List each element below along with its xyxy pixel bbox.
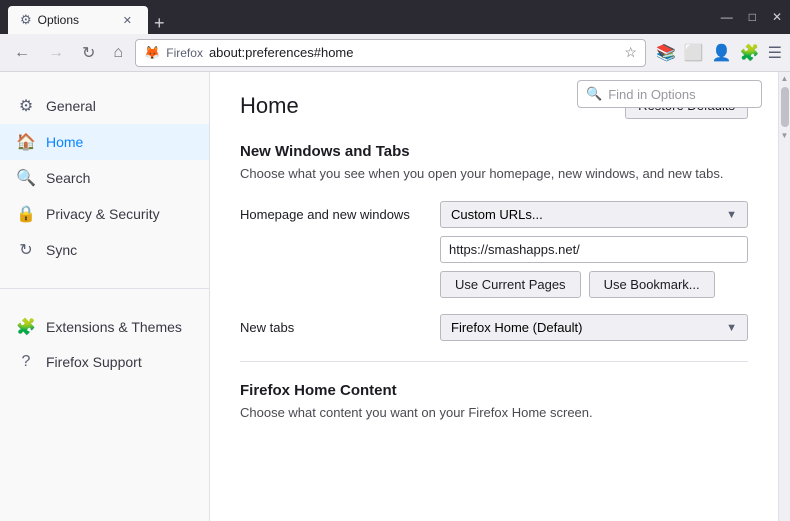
new-tab-button[interactable]: + xyxy=(148,13,171,34)
use-bookmark-button[interactable]: Use Bookmark... xyxy=(589,271,715,298)
section-new-windows-desc: Choose what you see when you open your h… xyxy=(240,166,748,181)
lock-icon: 🔒 xyxy=(16,204,36,224)
scroll-thumb[interactable] xyxy=(781,87,789,127)
url-text: about:preferences#home xyxy=(209,45,354,60)
sidebar-label-general: General xyxy=(46,98,96,114)
main-layout: ⚙ General 🏠 Home 🔍 Search 🔒 Privacy & Se… xyxy=(0,72,790,521)
sidebar-item-search[interactable]: 🔍 Search xyxy=(0,160,209,196)
sidebar-item-extensions[interactable]: 🧩 Extensions & Themes xyxy=(0,309,209,345)
home-button[interactable]: ⌂ xyxy=(107,40,129,66)
homepage-url-input[interactable] xyxy=(440,236,748,263)
new-tabs-dropdown[interactable]: Firefox Home (Default) ▼ xyxy=(440,314,748,341)
maximize-button[interactable]: □ xyxy=(749,10,756,24)
addons-icon[interactable]: 🧩 xyxy=(740,43,760,63)
homepage-dropdown-value: Custom URLs... xyxy=(451,207,543,222)
sidebar-label-privacy: Privacy & Security xyxy=(46,206,160,222)
find-search-icon: 🔍 xyxy=(586,86,602,102)
homepage-btn-row: Use Current Pages Use Bookmark... xyxy=(440,271,748,298)
active-tab[interactable]: ⚙ Options ✕ xyxy=(8,6,148,34)
scroll-up-button[interactable]: ▲ xyxy=(781,74,789,83)
sidebar-label-sync: Sync xyxy=(46,242,77,258)
title-bar: ⚙ Options ✕ + — □ ✕ xyxy=(0,0,790,34)
reload-button[interactable]: ↻ xyxy=(76,39,101,67)
minimize-button[interactable]: — xyxy=(721,10,733,24)
section-home-content-title: Firefox Home Content xyxy=(240,382,748,399)
sidebar-label-support: Firefox Support xyxy=(46,354,142,370)
new-tabs-dropdown-arrow: ▼ xyxy=(726,322,737,334)
sync-icon: ↻ xyxy=(16,240,36,260)
search-icon: 🔍 xyxy=(16,168,36,188)
scrollbar[interactable]: ▲ ▼ xyxy=(778,72,790,521)
use-current-pages-button[interactable]: Use Current Pages xyxy=(440,271,581,298)
tab-gear-icon: ⚙ xyxy=(20,12,32,28)
window-close-button[interactable]: ✕ xyxy=(772,10,782,24)
synced-tabs-icon[interactable]: ⬜ xyxy=(684,43,704,63)
extensions-icon: 🧩 xyxy=(16,317,36,337)
forward-button[interactable]: → xyxy=(42,40,70,66)
toolbar-icons: 📚 ⬜ 👤 🧩 ☰ xyxy=(656,43,782,63)
library-icon[interactable]: 📚 xyxy=(656,43,676,63)
sidebar-item-privacy[interactable]: 🔒 Privacy & Security xyxy=(0,196,209,232)
browser-icon: 🦊 xyxy=(144,45,160,61)
url-bar[interactable]: 🦊 Firefox about:preferences#home ☆ xyxy=(135,39,646,67)
homepage-setting-row: Homepage and new windows Custom URLs... … xyxy=(240,201,748,298)
sidebar-label-home: Home xyxy=(46,134,83,150)
nav-bar: ← → ↻ ⌂ 🦊 Firefox about:preferences#home… xyxy=(0,34,790,72)
new-tabs-control: Firefox Home (Default) ▼ xyxy=(440,314,748,341)
menu-icon[interactable]: ☰ xyxy=(768,43,782,63)
url-prefix: Firefox xyxy=(166,46,203,60)
back-button[interactable]: ← xyxy=(8,40,36,66)
content-divider xyxy=(240,361,748,362)
new-tabs-label: New tabs xyxy=(240,314,440,335)
bookmark-star-icon[interactable]: ☆ xyxy=(624,44,637,61)
homepage-label: Homepage and new windows xyxy=(240,201,440,222)
tab-bar: ⚙ Options ✕ + xyxy=(8,0,713,34)
sidebar: ⚙ General 🏠 Home 🔍 Search 🔒 Privacy & Se… xyxy=(0,72,210,521)
tab-close-button[interactable]: ✕ xyxy=(119,12,136,29)
account-icon[interactable]: 👤 xyxy=(712,43,732,63)
homepage-dropdown[interactable]: Custom URLs... ▼ xyxy=(440,201,748,228)
find-bar[interactable]: 🔍 Find in Options xyxy=(577,80,762,108)
support-icon: ? xyxy=(16,353,36,371)
new-tabs-dropdown-value: Firefox Home (Default) xyxy=(451,320,582,335)
window-controls: — □ ✕ xyxy=(721,10,782,24)
find-bar-container: 🔍 Find in Options xyxy=(577,80,762,108)
sidebar-item-general[interactable]: ⚙ General xyxy=(0,88,209,124)
sidebar-label-extensions: Extensions & Themes xyxy=(46,319,182,335)
section-home-content-desc: Choose what content you want on your Fir… xyxy=(240,405,748,420)
content-area: 🔍 Find in Options Home Restore Defaults … xyxy=(210,72,778,521)
sidebar-item-support[interactable]: ? Firefox Support xyxy=(0,345,209,379)
page-title: Home xyxy=(240,93,299,119)
tab-label: Options xyxy=(38,13,79,27)
home-icon: 🏠 xyxy=(16,132,36,152)
sidebar-item-home[interactable]: 🏠 Home xyxy=(0,124,209,160)
new-tabs-setting-row: New tabs Firefox Home (Default) ▼ xyxy=(240,314,748,341)
scroll-down-button[interactable]: ▼ xyxy=(781,131,789,140)
general-icon: ⚙ xyxy=(16,96,36,116)
homepage-dropdown-arrow: ▼ xyxy=(726,209,737,221)
find-placeholder: Find in Options xyxy=(608,87,695,102)
section-new-windows-title: New Windows and Tabs xyxy=(240,143,748,160)
sidebar-divider xyxy=(0,288,209,289)
sidebar-label-search: Search xyxy=(46,170,90,186)
homepage-control: Custom URLs... ▼ Use Current Pages Use B… xyxy=(440,201,748,298)
sidebar-item-sync[interactable]: ↻ Sync xyxy=(0,232,209,268)
